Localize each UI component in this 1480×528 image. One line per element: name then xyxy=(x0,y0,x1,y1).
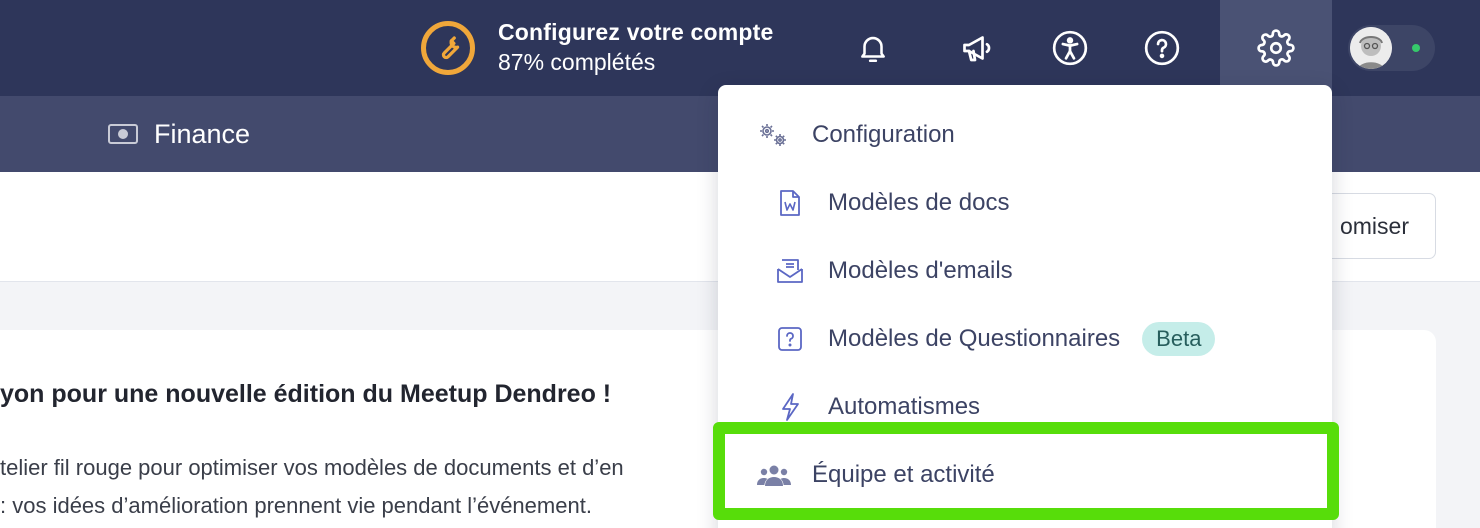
setup-title: Configurez votre compte xyxy=(498,19,774,45)
menu-item-configuration[interactable]: Configuration xyxy=(718,109,1332,161)
gears-icon xyxy=(756,121,792,149)
nav-item-label: Finance xyxy=(154,118,251,149)
setup-progress-label: 87% complétés xyxy=(498,49,656,75)
settings-button[interactable] xyxy=(1220,0,1332,96)
wrench-icon xyxy=(421,21,475,75)
beta-badge: Beta xyxy=(1142,322,1216,356)
accessibility-icon[interactable] xyxy=(1046,24,1094,72)
settings-dropdown: Configuration Modèles de docs Modèles d'… xyxy=(718,85,1332,528)
gear-icon xyxy=(1257,29,1295,67)
menu-item-email-templates[interactable]: Modèles d'emails xyxy=(718,245,1332,297)
menu-item-automations[interactable]: Automatismes xyxy=(718,381,1332,433)
online-status-dot xyxy=(1412,44,1420,52)
announcement-text-line: telier fil rouge pour optimiser vos modè… xyxy=(0,455,624,480)
menu-item-label: Modèles d'emails xyxy=(828,257,1013,284)
banknote-icon xyxy=(108,124,138,144)
user-menu[interactable] xyxy=(1348,25,1435,71)
account-setup-progress[interactable]: Configurez votre compte 87% complétés xyxy=(421,18,774,78)
nav-item-finance[interactable]: Finance xyxy=(107,112,250,156)
top-bar: Configurez votre compte 87% complétés xyxy=(0,0,1480,96)
menu-item-label: Équipe et activité xyxy=(812,461,995,488)
menu-item-label: Automatismes xyxy=(828,393,981,420)
avatar xyxy=(1350,27,1392,69)
help-icon[interactable] xyxy=(1138,24,1186,72)
email-icon xyxy=(772,258,808,284)
word-doc-icon xyxy=(772,189,808,217)
menu-item-label: Modèles de docs xyxy=(828,189,1010,216)
bell-icon[interactable] xyxy=(849,24,897,72)
menu-item-label: Configuration xyxy=(812,121,955,148)
megaphone-icon[interactable] xyxy=(954,24,1002,72)
announcement-text-line: : vos idées d’amélioration prennent vie … xyxy=(0,493,592,518)
menu-item-doc-templates[interactable]: Modèles de docs xyxy=(718,177,1332,229)
team-icon xyxy=(756,462,792,488)
menu-item-label: Modèles de Questionnaires xyxy=(828,325,1121,352)
menu-item-team-activity[interactable]: Équipe et activité xyxy=(718,449,1332,501)
announcement-title: yon pour une nouvelle édition du Meetup … xyxy=(0,380,612,408)
bolt-icon xyxy=(772,392,808,422)
question-box-icon xyxy=(772,326,808,352)
menu-item-questionnaire-templates[interactable]: Modèles de Questionnaires Beta xyxy=(718,313,1332,365)
